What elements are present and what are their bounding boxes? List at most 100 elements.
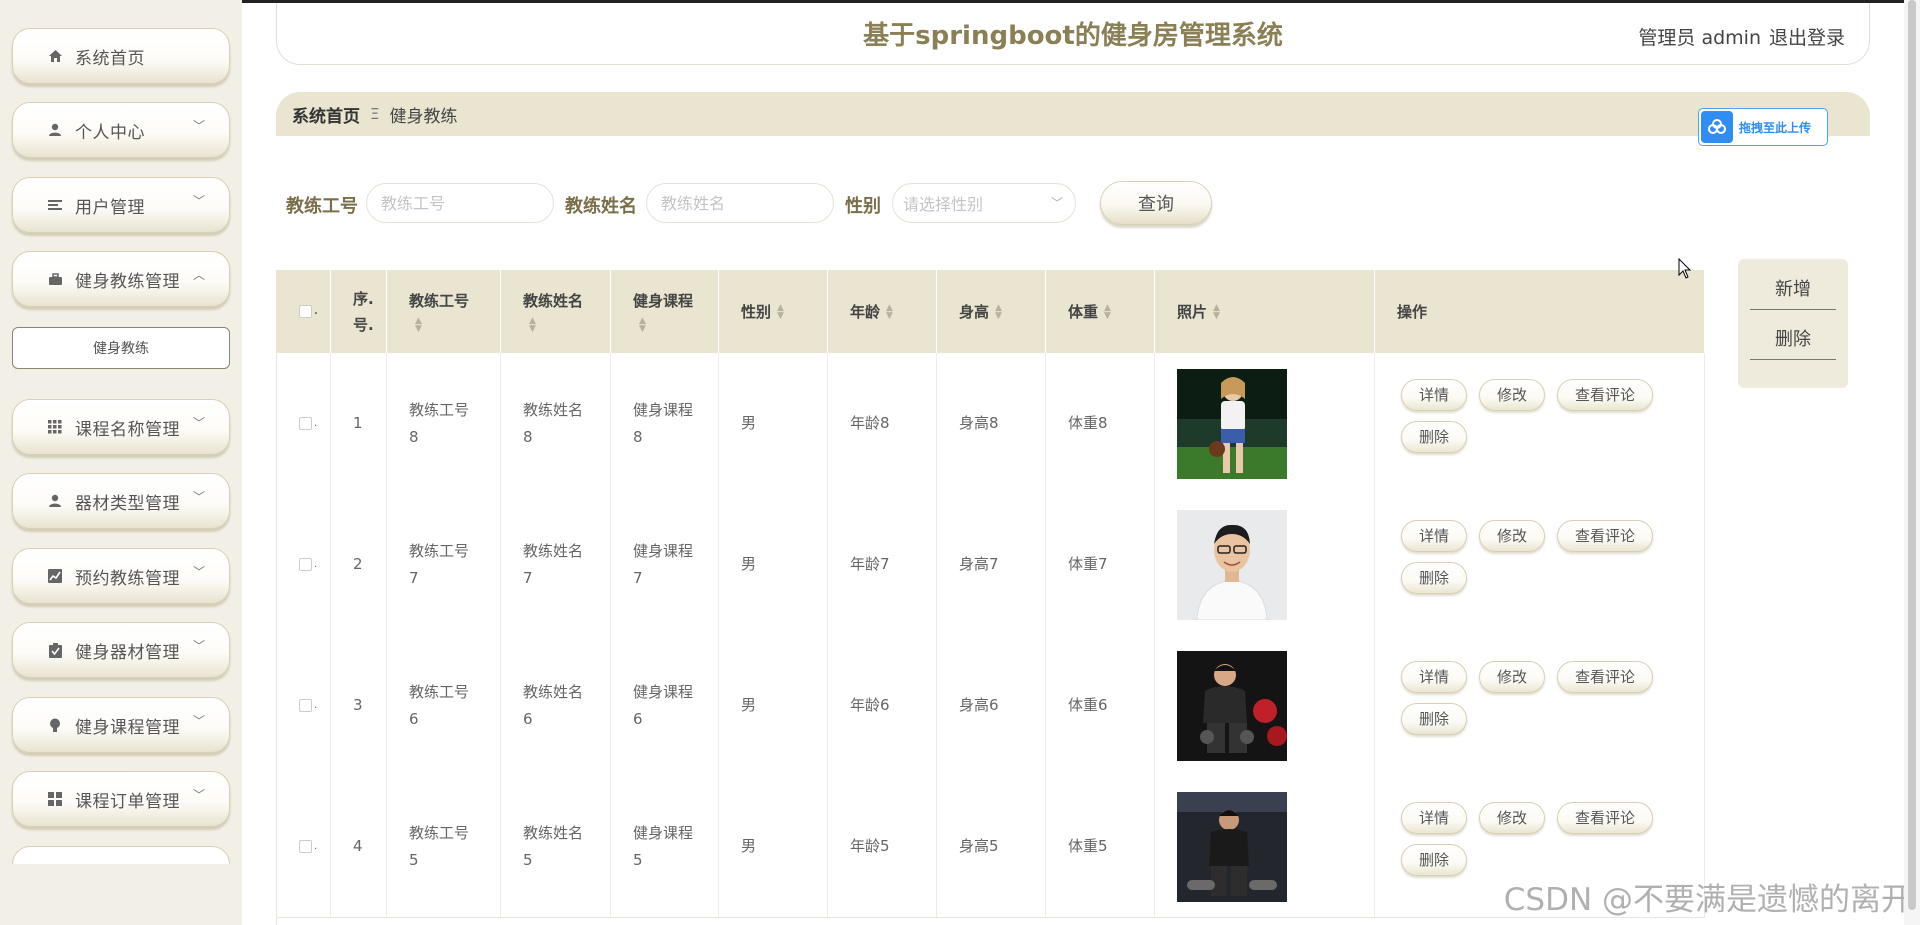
- current-user: 管理员 admin: [1638, 27, 1761, 49]
- sidebar-item-users[interactable]: 用户管理 ﹀: [12, 177, 230, 233]
- header-course-label: 健身课程: [633, 292, 694, 310]
- cell-coach-name: 教练姓名6: [501, 635, 611, 776]
- cell-index: 4: [331, 776, 387, 917]
- view-comments-button[interactable]: 查看评论: [1557, 520, 1653, 552]
- sidebar-item-label: 课程名称管理: [75, 419, 180, 440]
- chevron-down-icon: ﹀: [192, 565, 205, 579]
- sidebar-item-home[interactable]: 系统首页: [12, 28, 230, 84]
- edit-button[interactable]: 修改: [1479, 802, 1545, 834]
- sort-icon[interactable]: ▲ ▼: [1104, 303, 1114, 320]
- sidebar-item-label: 健身器材管理: [75, 642, 180, 663]
- chart-icon: [47, 568, 63, 584]
- header-coach-name-label: 教练姓名: [523, 292, 584, 310]
- query-button[interactable]: 查询: [1100, 181, 1212, 225]
- sort-icon[interactable]: ▲ ▼: [415, 317, 425, 334]
- header-course[interactable]: 健身课程 ▲ ▼: [611, 270, 719, 353]
- list-icon: [47, 197, 63, 213]
- view-comments-button[interactable]: 查看评论: [1557, 802, 1653, 834]
- cell-weight: 体重8: [1046, 353, 1155, 494]
- sidebar-item-coach-management[interactable]: 健身教练管理 ︿: [12, 251, 230, 307]
- detail-button[interactable]: 详情: [1401, 802, 1467, 834]
- sidebar-item-course-name[interactable]: 课程名称管理 ﹀: [12, 399, 230, 455]
- sidebar-item-equipment[interactable]: 健身器材管理 ﹀: [12, 622, 230, 678]
- coach-name-input[interactable]: [646, 183, 834, 223]
- cloud-upload-icon: [1701, 111, 1733, 143]
- table-row: . 2 教练工号7 教练姓名7 健身课程7 男 年龄7 身高7 体重7 详情 修…: [277, 494, 1705, 636]
- delete-button[interactable]: 删除: [1401, 421, 1467, 453]
- header-gender[interactable]: 性别 ▲ ▼: [719, 270, 828, 353]
- edit-button[interactable]: 修改: [1479, 661, 1545, 693]
- chevron-down-icon: ﹀: [1050, 196, 1063, 210]
- header-height[interactable]: 身高 ▲ ▼: [937, 270, 1046, 353]
- sidebar-item-booking[interactable]: 预约教练管理 ﹀: [12, 548, 230, 604]
- add-button[interactable]: 新增: [1750, 267, 1836, 310]
- header-age[interactable]: 年龄 ▲ ▼: [828, 270, 937, 353]
- row-checkbox[interactable]: [299, 558, 312, 571]
- upload-dropzone[interactable]: 拖拽至此上传: [1698, 108, 1828, 146]
- detail-button[interactable]: 详情: [1401, 520, 1467, 552]
- sidebar-item-label: 健身课程管理: [75, 717, 180, 738]
- header-coach-name[interactable]: 教练姓名 ▲ ▼: [501, 270, 611, 353]
- sort-icon[interactable]: ▲ ▼: [777, 303, 787, 320]
- sort-icon[interactable]: ▲ ▼: [886, 303, 896, 320]
- breadcrumb-home[interactable]: 系统首页: [292, 102, 360, 127]
- batch-delete-button[interactable]: 删除: [1750, 317, 1836, 360]
- logout-link[interactable]: 退出登录: [1769, 23, 1845, 50]
- chevron-down-icon: ﹀: [192, 119, 205, 133]
- coach-photo[interactable]: [1177, 791, 1287, 902]
- select-all-checkbox[interactable]: [299, 305, 312, 318]
- clipboard-icon: [47, 642, 63, 658]
- edit-button[interactable]: 修改: [1479, 520, 1545, 552]
- cell-photo: [1155, 776, 1375, 917]
- row-checkbox[interactable]: [299, 417, 312, 430]
- cell-ops: 详情 修改 查看评论 删除: [1375, 353, 1705, 494]
- cell-gender: 男: [719, 494, 828, 635]
- detail-button[interactable]: 详情: [1401, 379, 1467, 411]
- sort-icon[interactable]: ▲ ▼: [1213, 303, 1223, 320]
- sort-icon[interactable]: ▲ ▼: [639, 317, 649, 334]
- sidebar-item-label: 预约教练管理: [75, 568, 180, 589]
- cell-index: 2: [331, 494, 387, 635]
- user-icon: [47, 122, 63, 138]
- cell-coach-id: 教练工号8: [387, 353, 501, 494]
- cell-age: 年龄5: [828, 776, 937, 917]
- header-coach-id[interactable]: 教练工号 ▲ ▼: [387, 270, 501, 353]
- sidebar-item-equipment-type[interactable]: 器材类型管理 ﹀: [12, 473, 230, 529]
- coach-id-input[interactable]: [366, 183, 554, 223]
- cell-coach-id: 教练工号7: [387, 494, 501, 635]
- gender-select[interactable]: 请选择性别 ﹀: [892, 183, 1076, 223]
- vertical-scrollbar[interactable]: [1904, 0, 1920, 925]
- header-ops: 操作: [1375, 270, 1705, 353]
- sidebar-item-course[interactable]: 健身课程管理 ﹀: [12, 697, 230, 753]
- view-comments-button[interactable]: 查看评论: [1557, 661, 1653, 693]
- chevron-up-icon: ︿: [192, 268, 205, 282]
- row-checkbox[interactable]: [299, 840, 312, 853]
- coach-id-label: 教练工号: [286, 196, 358, 217]
- scrollbar-thumb[interactable]: [1908, 0, 1916, 910]
- coach-photo[interactable]: [1177, 650, 1287, 761]
- cell-coach-name: 教练姓名8: [501, 353, 611, 494]
- delete-button[interactable]: 删除: [1401, 562, 1467, 594]
- cell-weight: 体重5: [1046, 776, 1155, 917]
- row-checkbox[interactable]: [299, 699, 312, 712]
- delete-button[interactable]: 删除: [1401, 844, 1467, 876]
- sort-icon[interactable]: ▲ ▼: [529, 317, 539, 334]
- cell-photo: [1155, 635, 1375, 776]
- edit-button[interactable]: 修改: [1479, 379, 1545, 411]
- sort-icon[interactable]: ▲ ▼: [995, 303, 1005, 320]
- user-icon: [47, 493, 63, 509]
- sidebar-item-orders[interactable]: 课程订单管理 ﹀: [12, 771, 230, 827]
- submenu-item-coach[interactable]: 健身教练: [12, 327, 230, 369]
- coach-photo[interactable]: [1177, 509, 1287, 620]
- coach-photo[interactable]: [1177, 368, 1287, 479]
- cell-course: 健身课程5: [611, 776, 719, 917]
- header-photo[interactable]: 照片 ▲ ▼: [1155, 270, 1375, 353]
- row-select: .: [277, 353, 331, 494]
- header-weight[interactable]: 体重 ▲ ▼: [1046, 270, 1155, 353]
- detail-button[interactable]: 详情: [1401, 661, 1467, 693]
- header-age-label: 年龄: [850, 303, 881, 321]
- view-comments-button[interactable]: 查看评论: [1557, 379, 1653, 411]
- sidebar-item-personal[interactable]: 个人中心 ﹀: [12, 102, 230, 158]
- header-coach-id-label: 教练工号: [409, 292, 470, 310]
- delete-button[interactable]: 删除: [1401, 703, 1467, 735]
